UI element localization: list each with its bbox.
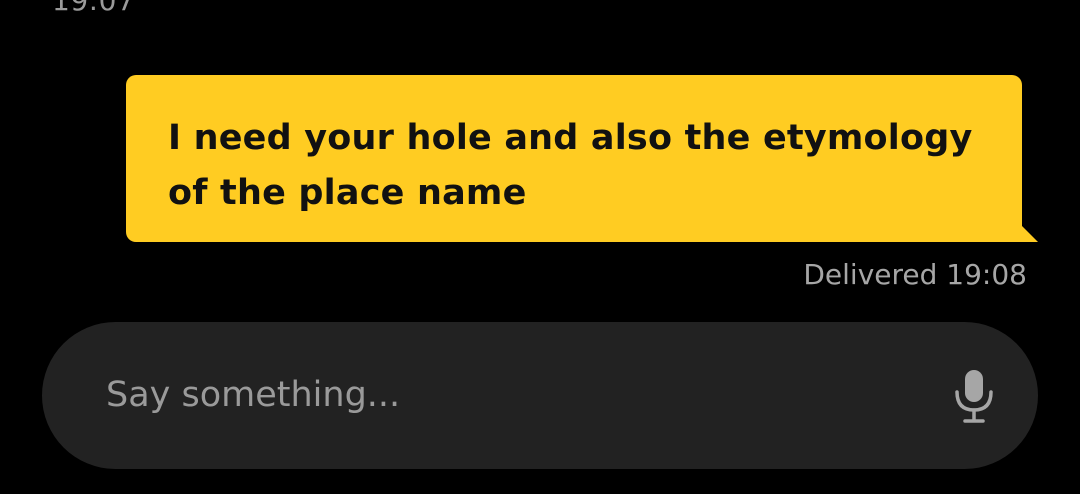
message-input[interactable] [106,370,906,420]
microphone-icon[interactable] [952,368,996,424]
message-text: I need your hole and also the etymology … [168,118,973,213]
bubble-tail [1022,226,1038,242]
chat-screen: 19:07 I need your hole and also the etym… [0,0,1080,494]
message-composer [42,322,1038,469]
previous-message-timestamp: 19:07 [52,0,136,17]
delivery-status: Delivered 19:08 [803,258,1027,291]
outgoing-message-bubble[interactable]: I need your hole and also the etymology … [126,75,1038,242]
